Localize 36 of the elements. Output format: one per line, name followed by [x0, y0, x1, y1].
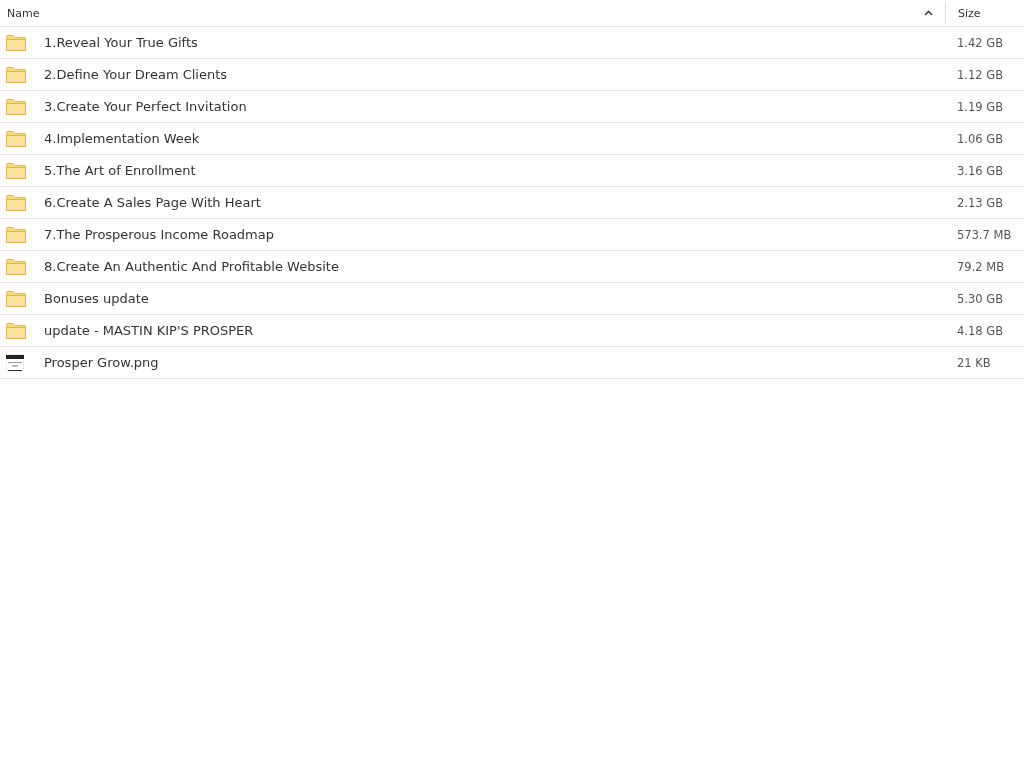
file-name[interactable]: Prosper Grow.png	[44, 355, 957, 370]
file-size: 4.18 GB	[957, 323, 1005, 338]
folder-icon	[6, 290, 26, 307]
file-size: 2.13 GB	[957, 195, 1005, 210]
file-name[interactable]: 3.Create Your Perfect Invitation	[44, 99, 957, 114]
folder-icon	[6, 130, 26, 147]
file-size: 1.12 GB	[957, 67, 1005, 82]
file-size: 79.2 MB	[957, 259, 1006, 274]
file-name[interactable]: update - MASTIN KIP'S PROSPER	[44, 323, 957, 338]
folder-icon	[6, 322, 26, 339]
folder-icon	[6, 258, 26, 275]
folder-icon	[6, 98, 26, 115]
file-size: 573.7 MB	[957, 227, 1013, 242]
folder-icon	[6, 226, 26, 243]
file-name[interactable]: Bonuses update	[44, 291, 957, 306]
folder-icon	[6, 194, 26, 211]
column-header[interactable]: Name	[7, 6, 40, 20]
folder-icon	[6, 162, 26, 179]
file-size: 1.06 GB	[957, 131, 1005, 146]
file-name[interactable]: 8.Create An Authentic And Profitable Website	[44, 259, 957, 274]
folder-icon	[6, 66, 26, 83]
image-file-icon	[6, 353, 24, 372]
file-size: 1.42 GB	[957, 35, 1005, 50]
file-size: 21 KB	[957, 355, 992, 370]
file-size: 3.16 GB	[957, 163, 1005, 178]
file-name[interactable]: 5.The Art of Enrollment	[44, 163, 957, 178]
column-header[interactable]: Size	[958, 6, 981, 20]
file-name[interactable]: 7.The Prosperous Income Roadmap	[44, 227, 957, 242]
file-name[interactable]: 1.Reveal Your True Gifts	[44, 35, 957, 50]
file-name[interactable]: 2.Define Your Dream Clients	[44, 67, 957, 82]
sort-caret-icon[interactable]	[924, 10, 933, 16]
file-name[interactable]: 4.Implementation Week	[44, 131, 957, 146]
folder-icon	[6, 34, 26, 51]
file-size: 1.19 GB	[957, 99, 1005, 114]
file-size: 5.30 GB	[957, 291, 1005, 306]
file-name[interactable]: 6.Create A Sales Page With Heart	[44, 195, 957, 210]
